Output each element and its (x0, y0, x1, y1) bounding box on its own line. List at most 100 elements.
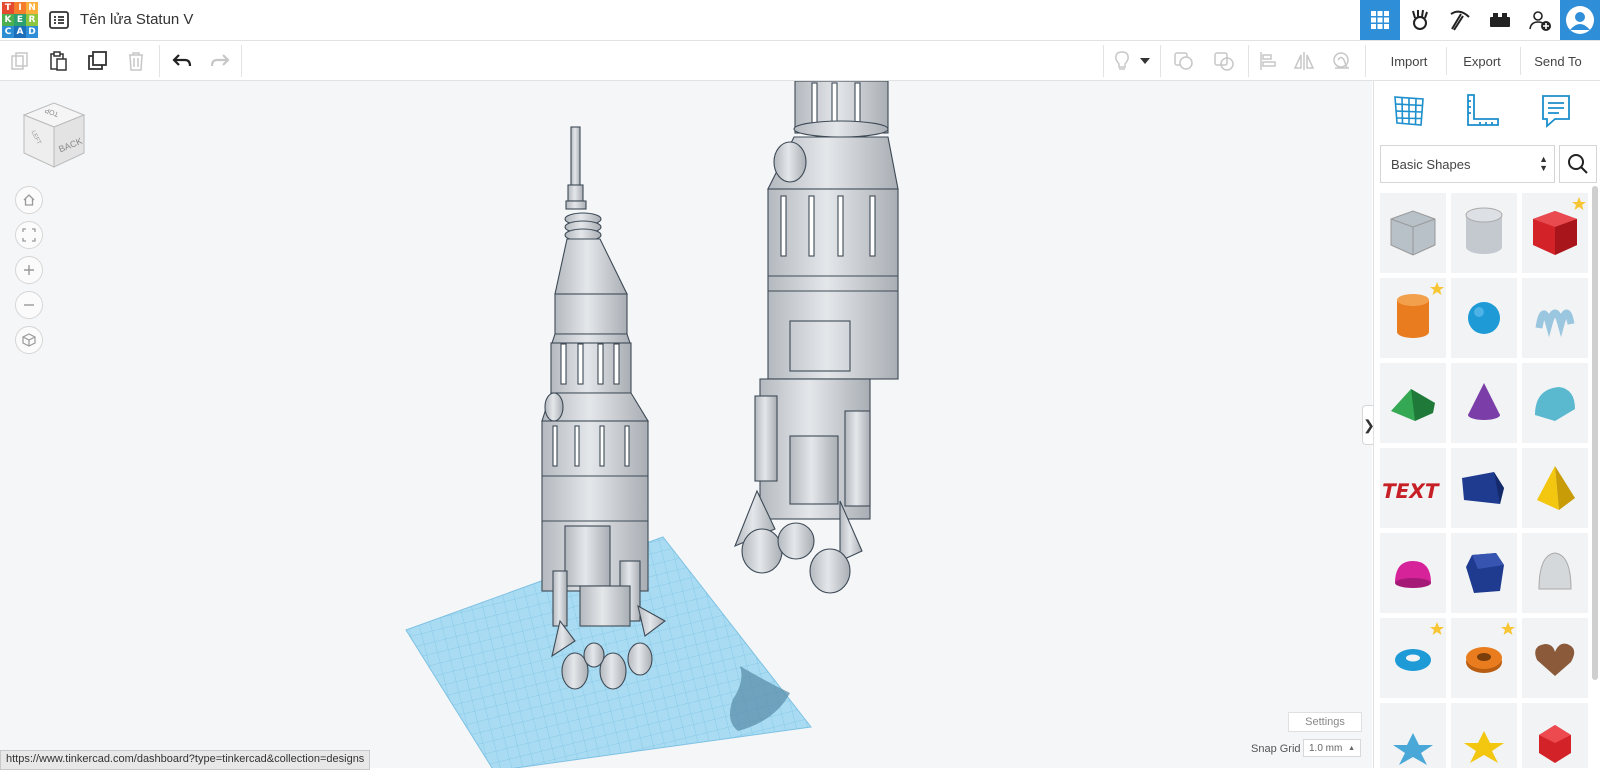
zoom-out-icon[interactable] (15, 291, 43, 319)
favorite-star-icon (1430, 622, 1444, 641)
zoom-in-icon[interactable] (15, 256, 43, 284)
view-cube[interactable]: TOP BACK LEFT (18, 97, 90, 173)
favorite-star-icon (1501, 622, 1515, 641)
design-title[interactable]: Tên lửa Statun V (80, 11, 193, 28)
tinkercad-logo[interactable]: TINKERCAD (2, 2, 38, 38)
shape-tube[interactable] (1451, 618, 1517, 698)
cylinder-hole-icon (1465, 207, 1503, 254)
align-icon[interactable] (1252, 45, 1284, 77)
top-bar: TINKERCAD Tên lửa Statun V (0, 0, 1600, 41)
design-list-icon[interactable] (49, 10, 69, 30)
import-button[interactable]: Import (1374, 47, 1444, 75)
add-user-icon[interactable] (1520, 0, 1560, 40)
heart-icon (1535, 643, 1575, 676)
shape-category-select[interactable]: Basic Shapes ▲ ▼ (1380, 145, 1555, 183)
shape-pyramid[interactable] (1522, 448, 1588, 528)
ortho-view-icon[interactable] (15, 326, 43, 354)
sim-lab-icon[interactable] (1400, 0, 1440, 40)
shape-cylinder[interactable] (1380, 278, 1446, 358)
shape-sphere[interactable] (1451, 278, 1517, 358)
pyramid-icon (1537, 466, 1575, 510)
logo-letter: K (2, 14, 14, 26)
edit-toolbar: Import Export Send To (0, 41, 1600, 81)
sphere-icon (1468, 302, 1500, 334)
half-sphere-icon (1395, 561, 1431, 588)
paraboloid-icon (1538, 552, 1572, 590)
logo-letter: I (14, 2, 26, 14)
settings-button[interactable]: Settings (1288, 712, 1362, 732)
shape-text[interactable]: TEXT (1380, 448, 1446, 528)
shape-box-hole[interactable] (1380, 193, 1446, 273)
toolbar-separator (1365, 45, 1366, 77)
search-shapes-button[interactable] (1559, 145, 1597, 183)
snap-grid-caret-icon: ▲ (1348, 744, 1355, 752)
ruler-tool-icon[interactable] (1460, 89, 1504, 133)
star-icon (1393, 733, 1433, 765)
shape-polygon[interactable] (1451, 533, 1517, 613)
rocket-model-large[interactable] (733, 81, 899, 594)
shape-heart[interactable] (1522, 618, 1588, 698)
snap-grid-select[interactable]: 1.0 mm ▲ (1303, 739, 1361, 757)
toolbar-separator (159, 45, 160, 77)
toolbar-separator (1160, 45, 1161, 77)
status-url: https://www.tinkercad.com/dashboard?type… (0, 750, 371, 770)
workplane-icon[interactable] (1326, 45, 1358, 77)
logo-letter: N (26, 2, 38, 14)
grid-view-icon[interactable] (1360, 0, 1400, 40)
notes-tool-icon[interactable] (1534, 89, 1578, 133)
box-hole-icon (1390, 210, 1436, 256)
shape-category-label: Basic Shapes (1391, 156, 1471, 172)
shape-icosahedron[interactable] (1522, 703, 1588, 768)
fit-view-icon[interactable] (15, 221, 43, 249)
dropdown-icon[interactable] (1135, 45, 1155, 77)
delete-icon[interactable] (120, 45, 152, 77)
shape-star[interactable] (1380, 703, 1446, 768)
shape-torus[interactable] (1380, 618, 1446, 698)
shape-half-sphere[interactable] (1380, 533, 1446, 613)
icosahedron-icon (1539, 725, 1571, 763)
svg-text:TEXT: TEXT (1383, 479, 1441, 503)
user-avatar-icon[interactable] (1560, 0, 1600, 40)
shape-scribble[interactable] (1522, 278, 1588, 358)
shape-cylinder-hole[interactable] (1451, 193, 1517, 273)
half-box-icon (1462, 472, 1504, 504)
shape-half-box[interactable] (1451, 448, 1517, 528)
toolbar-separator (1103, 45, 1104, 77)
shape-star-gold[interactable] (1451, 703, 1517, 768)
duplicate-icon[interactable] (82, 45, 114, 77)
undo-icon[interactable] (166, 45, 198, 77)
logo-letter: C (2, 26, 14, 38)
shape-cone[interactable] (1451, 363, 1517, 443)
export-button[interactable]: Export (1446, 47, 1517, 75)
mirror-icon[interactable] (1288, 45, 1320, 77)
shapes-sidebar: Basic Shapes ▲ ▼ TEXT (1373, 81, 1600, 768)
redo-icon[interactable] (204, 45, 236, 77)
ungroup-icon[interactable] (1208, 45, 1240, 77)
favorite-star-icon (1430, 282, 1444, 301)
home-view-icon[interactable] (15, 186, 43, 214)
scene-canvas[interactable] (0, 81, 1372, 768)
polygon-icon (1466, 553, 1504, 593)
shape-box[interactable] (1522, 193, 1588, 273)
roof-icon (1391, 389, 1435, 421)
snap-grid-value: 1.0 mm (1309, 742, 1343, 754)
shape-paraboloid[interactable] (1522, 533, 1588, 613)
shape-round-roof[interactable] (1522, 363, 1588, 443)
send-to-button[interactable]: Send To (1520, 47, 1595, 75)
3d-viewport[interactable]: TOP BACK LEFT (0, 81, 1372, 768)
copy-icon[interactable] (4, 45, 36, 77)
logo-letter: T (2, 2, 14, 14)
shape-roof[interactable] (1380, 363, 1446, 443)
paste-icon[interactable] (42, 45, 74, 77)
select-arrows-icon: ▲ ▼ (1539, 154, 1548, 173)
sidebar-scrollbar[interactable] (1592, 186, 1598, 680)
group-icon[interactable] (1168, 45, 1200, 77)
top-right-nav (1360, 0, 1600, 40)
bricks-icon[interactable] (1480, 0, 1520, 40)
pickaxe-icon[interactable] (1440, 0, 1480, 40)
toolbar-separator (1248, 45, 1249, 77)
workplane-tool-icon[interactable] (1387, 89, 1431, 133)
round-roof-icon (1535, 387, 1575, 421)
light-icon[interactable] (1106, 45, 1138, 77)
logo-letter: R (26, 14, 38, 26)
